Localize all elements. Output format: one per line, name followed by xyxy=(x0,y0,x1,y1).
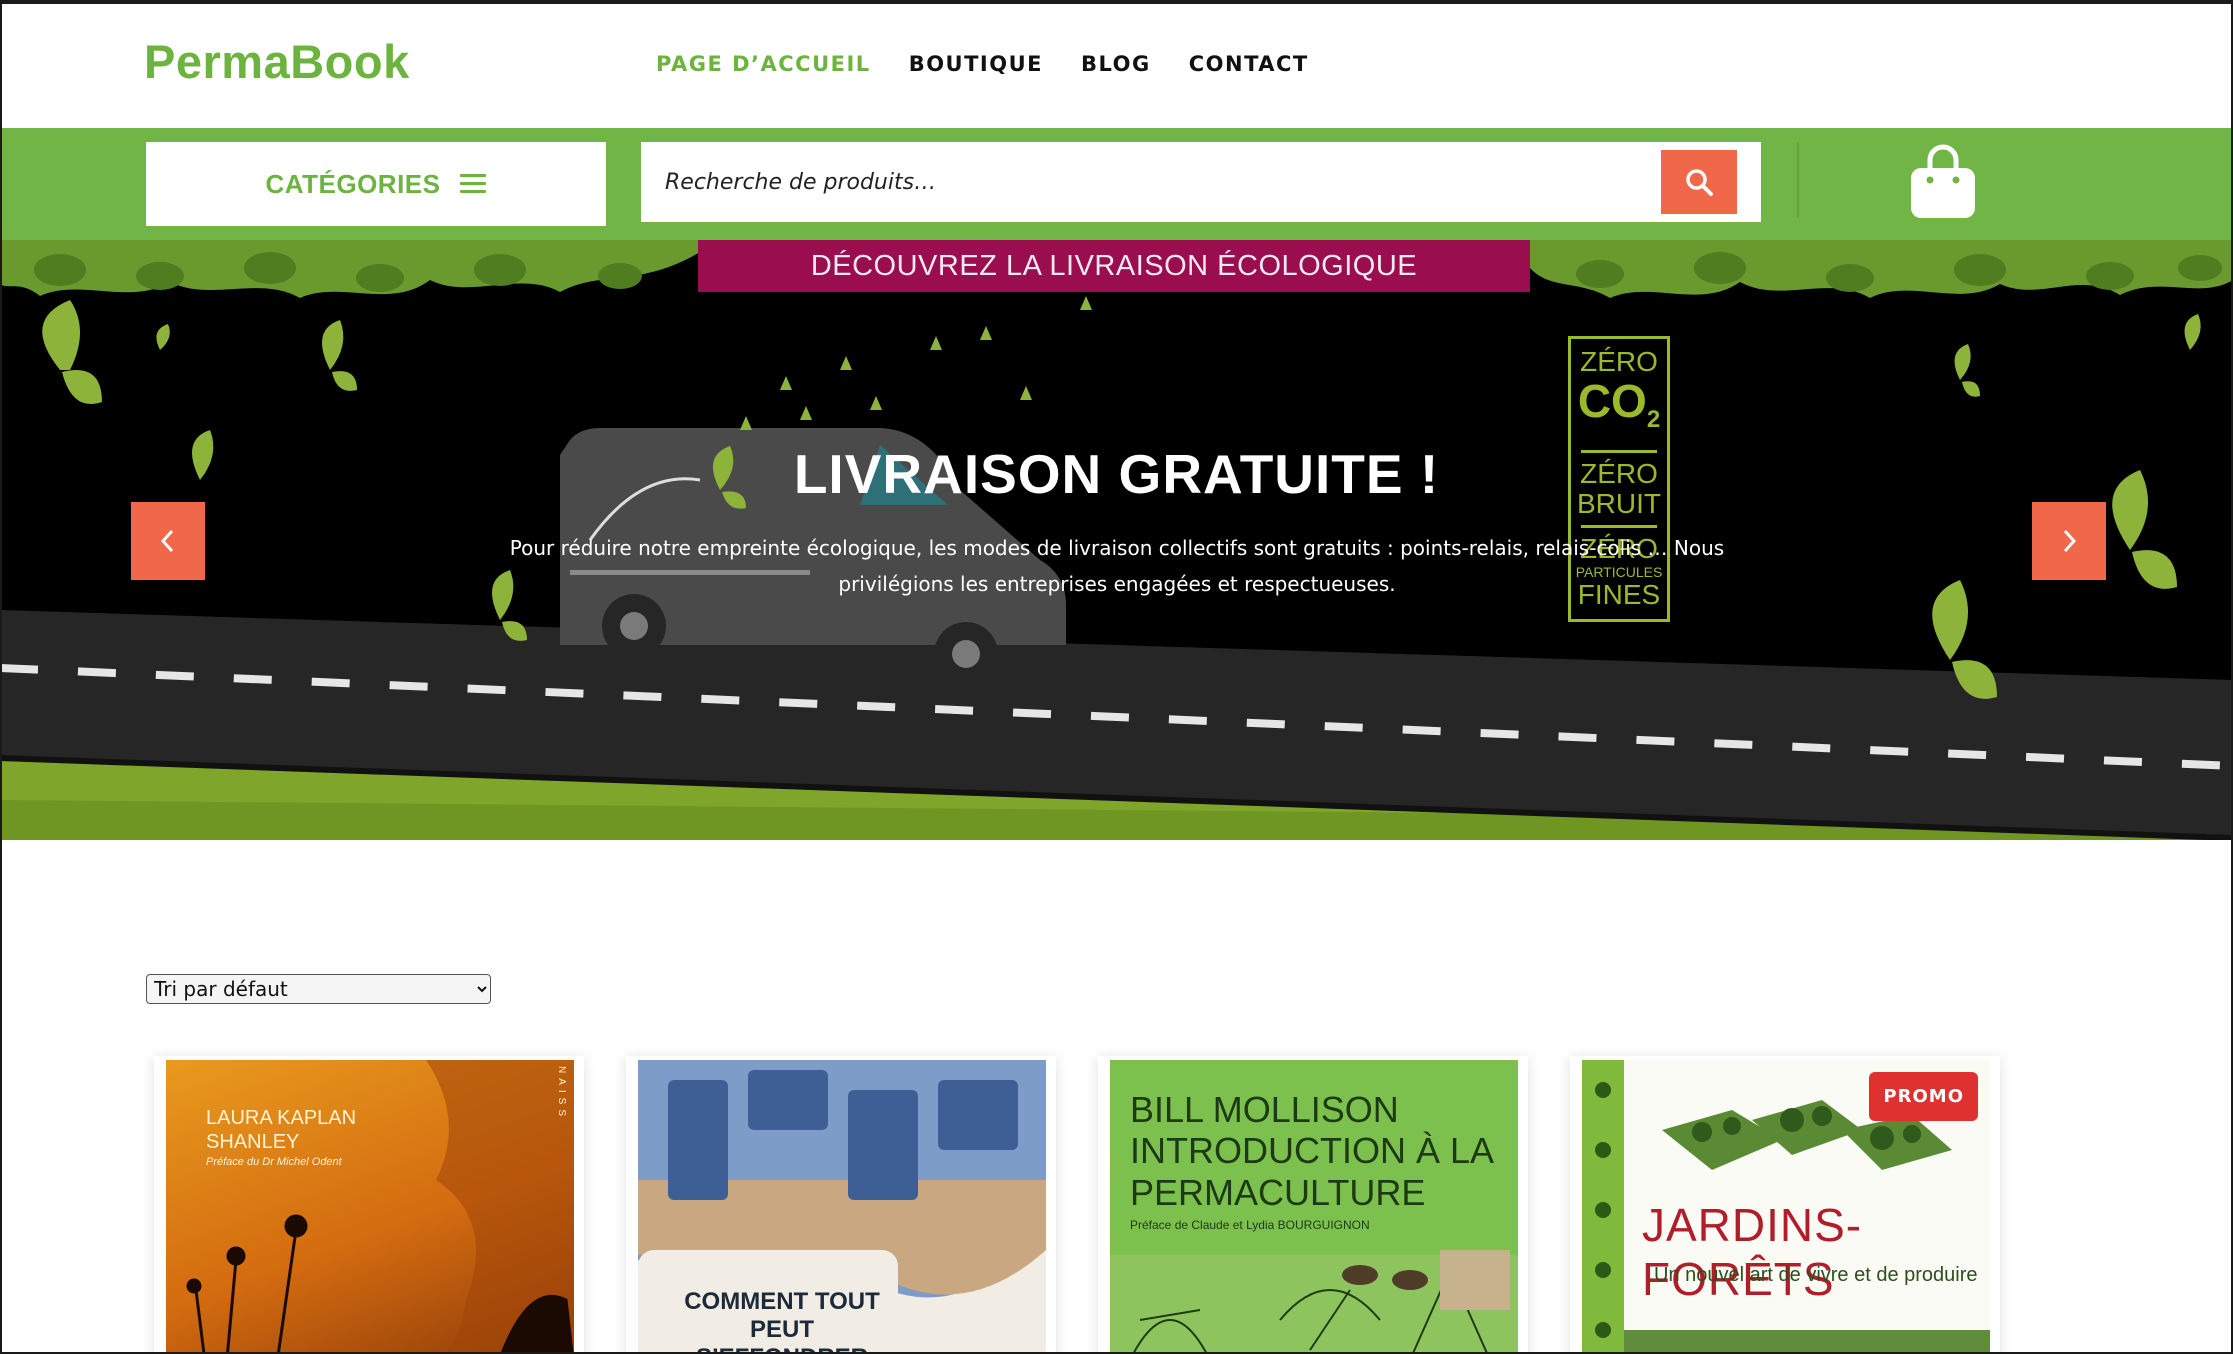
cover-preface: Préface du Dr Michel Odent xyxy=(206,1156,342,1168)
hero-title: LIVRAISON GRATUITE ! xyxy=(793,443,1440,505)
categories-label: CATÉGORIES xyxy=(265,168,441,199)
hero-description: Pour réduire notre empreinte écologique,… xyxy=(509,536,1725,596)
chevron-right-icon xyxy=(2063,529,2077,553)
chevron-left-icon xyxy=(160,529,174,553)
cover-preface: Préface de Claude et Lydia BOURGUIGNON xyxy=(1130,1218,1370,1232)
badge-divider xyxy=(1581,525,1657,529)
hero-slider: DÉCOUVREZ LA LIVRAISON ÉCOLOGIQUE ZÉRO C… xyxy=(0,240,2233,840)
cover-illustration xyxy=(186,1060,574,1354)
product-card[interactable]: BILL MOLLISON INTRODUCTION À LA PERMACUL… xyxy=(1098,1056,1528,1354)
badge-line: ZÉRO xyxy=(1580,346,1658,377)
search-icon xyxy=(1686,169,1713,196)
hero-banner: DÉCOUVREZ LA LIVRAISON ÉCOLOGIQUE xyxy=(698,240,1530,292)
product-cover[interactable]: LAURA KAPLAN SHANLEY Préface du Dr Miche… xyxy=(166,1060,574,1354)
search-button[interactable] xyxy=(1661,150,1737,214)
product-card[interactable]: PROMO JARDINS-FORÊTS Un nouvel art de vi… xyxy=(1570,1056,2000,1354)
main-nav: PAGE D’ACCUEIL BOUTIQUE BLOG CONTACT xyxy=(656,52,1309,76)
product-card[interactable]: COMMENT TOUT PEUT S’EFFONDRER xyxy=(626,1056,1056,1354)
cover-subtitle: Un nouvel art de vivre et de produire xyxy=(1654,1264,1978,1286)
sort-select[interactable]: Tri par défaut xyxy=(146,974,491,1004)
search-input[interactable] xyxy=(641,142,1661,222)
cover-author: BILL MOLLISON xyxy=(1130,1089,1399,1130)
shopping-bag-icon xyxy=(1911,144,1975,218)
nav-home[interactable]: PAGE D’ACCUEIL xyxy=(656,52,871,76)
slider-prev-button[interactable] xyxy=(131,502,205,580)
nav-contact[interactable]: CONTACT xyxy=(1189,52,1309,76)
nav-shop[interactable]: BOUTIQUE xyxy=(909,52,1043,76)
product-cover[interactable]: COMMENT TOUT PEUT S’EFFONDRER xyxy=(638,1060,1046,1354)
cart-button[interactable] xyxy=(1908,140,1978,220)
promo-badge: PROMO xyxy=(1869,1072,1978,1121)
product-cover[interactable]: PROMO JARDINS-FORÊTS Un nouvel art de vi… xyxy=(1582,1060,1990,1354)
toolbar-divider xyxy=(1797,142,1799,218)
product-cover[interactable]: BILL MOLLISON INTRODUCTION À LA PERMACUL… xyxy=(1110,1060,1518,1354)
slider-next-button[interactable] xyxy=(2032,502,2106,580)
cover-author: LAURA KAPLAN SHANLEY xyxy=(206,1107,357,1153)
site-logo[interactable]: PermaBook xyxy=(144,34,410,89)
categories-button[interactable]: CATÉGORIES xyxy=(146,142,606,226)
badge-co2: CO2 xyxy=(1577,375,1661,434)
cover-title: INTRODUCTION À LA PERMACULTURE xyxy=(1130,1130,1493,1213)
product-card[interactable]: LAURA KAPLAN SHANLEY Préface du Dr Miche… xyxy=(154,1056,584,1354)
cover-title: JARDINS-FORÊTS xyxy=(1642,1199,1863,1305)
search-box xyxy=(641,142,1761,222)
menu-icon xyxy=(460,174,487,194)
cover-side-text: NAISS xyxy=(556,1066,567,1122)
site-header: PermaBook PAGE D’ACCUEIL BOUTIQUE BLOG C… xyxy=(0,0,2233,128)
cover-title: COMMENT TOUT PEUT S’EFFONDRER xyxy=(684,1288,880,1354)
nav-blog[interactable]: BLOG xyxy=(1081,52,1151,76)
